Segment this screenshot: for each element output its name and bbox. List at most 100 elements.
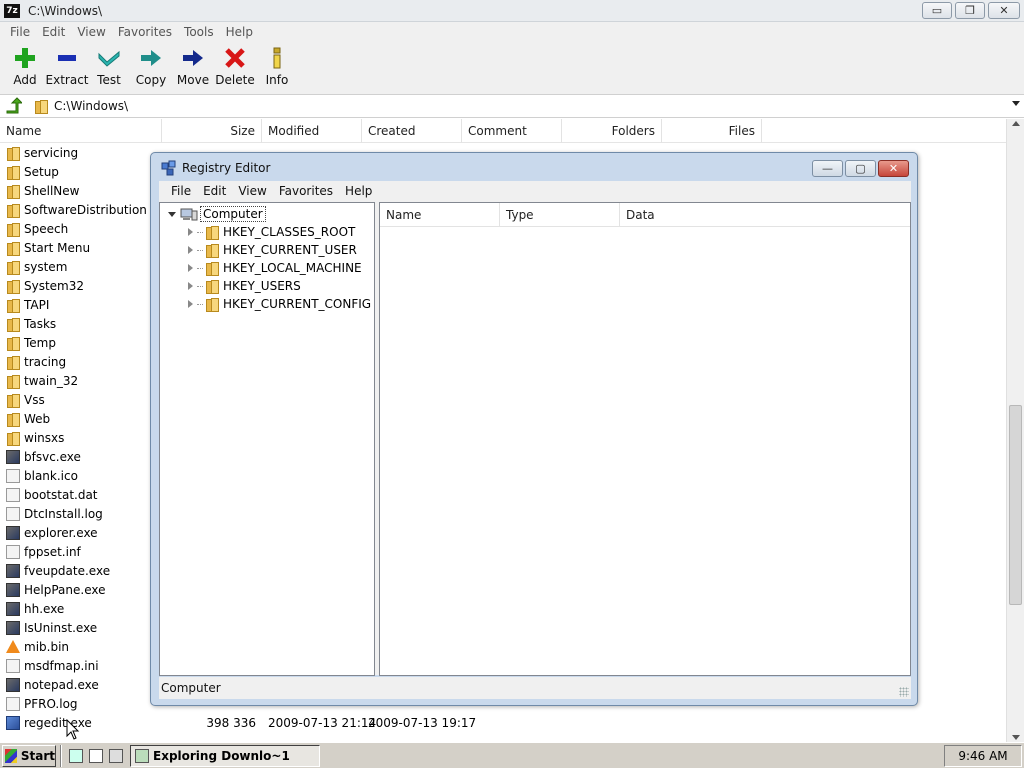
tree-node-computer[interactable]: Computer	[168, 205, 266, 223]
tree-label-hive[interactable]: HKEY_CURRENT_USER	[223, 243, 357, 257]
file-name: bfsvc.exe	[24, 450, 81, 464]
add-button[interactable]: Add	[4, 42, 46, 94]
scroll-thumb[interactable]	[1009, 405, 1022, 605]
tree-label-hive[interactable]: HKEY_LOCAL_MACHINE	[223, 261, 362, 275]
document-icon	[6, 488, 20, 502]
col-modified[interactable]: Modified	[262, 119, 362, 143]
registry-tree: Computer HKEY_CLASSES_ROOT HKEY_CURRENT_U…	[159, 202, 375, 676]
regedit-menu-edit[interactable]: Edit	[197, 184, 232, 198]
menu-view[interactable]: View	[71, 25, 111, 39]
dropdown-arrow-icon[interactable]	[1012, 101, 1020, 106]
address-input[interactable]: C:\Windows\	[54, 99, 128, 113]
quicklaunch-document-icon[interactable]	[86, 746, 106, 766]
delete-label: Delete	[215, 73, 255, 87]
taskbar-window-button[interactable]: Exploring Downlo~1	[130, 744, 320, 767]
collapse-arrow-icon[interactable]	[168, 211, 176, 217]
tree-label-computer[interactable]: Computer	[200, 206, 266, 222]
tree-label-hive[interactable]: HKEY_USERS	[223, 279, 301, 293]
test-button[interactable]: Test	[88, 42, 130, 94]
expand-arrow-icon[interactable]	[188, 300, 193, 308]
move-arrow-icon	[181, 46, 205, 70]
menu-favorites[interactable]: Favorites	[112, 25, 178, 39]
document-icon	[6, 659, 20, 673]
up-folder-button[interactable]	[0, 95, 26, 117]
regedit-menu-view[interactable]: View	[232, 184, 272, 198]
close-button[interactable]: ✕	[988, 2, 1020, 19]
col-comment[interactable]: Comment	[462, 119, 562, 143]
vertical-scrollbar[interactable]	[1006, 119, 1024, 742]
tree-node-hive[interactable]: HKEY_CURRENT_CONFIG	[188, 295, 371, 313]
regedit-minimize-button[interactable]: —	[812, 160, 843, 177]
taskbar: Start Exploring Downlo~1 9:46 AM	[0, 742, 1024, 768]
menu-edit[interactable]: Edit	[36, 25, 71, 39]
quicklaunch-printer-icon[interactable]	[106, 746, 126, 766]
scroll-up-icon[interactable]	[1012, 121, 1020, 126]
file-name: Vss	[24, 393, 45, 407]
tree-label-hive[interactable]: HKEY_CURRENT_CONFIG	[223, 297, 371, 311]
minimize-button[interactable]: ▭	[922, 2, 952, 19]
menu-tools[interactable]: Tools	[178, 25, 220, 39]
expand-arrow-icon[interactable]	[188, 246, 193, 254]
registry-values-list: Name Type Data	[379, 202, 911, 676]
title-bar[interactable]: 7z C:\Windows\ ▭ ❐ ✕	[0, 0, 1024, 22]
col-size[interactable]: Size	[162, 119, 262, 143]
expand-arrow-icon[interactable]	[188, 228, 193, 236]
folder-icon	[6, 355, 20, 370]
file-name: mib.bin	[24, 640, 70, 654]
values-column-header: Name Type Data	[380, 203, 910, 227]
regedit-menu-favorites[interactable]: Favorites	[273, 184, 339, 198]
regedit-menu-file[interactable]: File	[165, 184, 197, 198]
regedit-close-button[interactable]: ✕	[878, 160, 909, 177]
regedit-menu-help[interactable]: Help	[339, 184, 378, 198]
document-icon	[6, 507, 20, 521]
scroll-down-icon[interactable]	[1012, 735, 1020, 740]
regedit-body: Computer HKEY_CLASSES_ROOT HKEY_CURRENT_U…	[159, 201, 911, 676]
task-label: Exploring Downlo~1	[153, 748, 290, 763]
file-name: Speech	[24, 222, 69, 236]
values-col-name[interactable]: Name	[380, 203, 500, 227]
start-button[interactable]: Start	[2, 744, 56, 767]
col-created[interactable]: Created	[362, 119, 462, 143]
move-label: Move	[176, 73, 210, 87]
file-name: winsxs	[24, 431, 65, 445]
delete-button[interactable]: Delete	[214, 42, 256, 94]
col-folders[interactable]: Folders	[562, 119, 662, 143]
tree-node-hive[interactable]: HKEY_USERS	[188, 277, 301, 295]
menu-file[interactable]: File	[4, 25, 36, 39]
regedit-title-bar[interactable]: Registry Editor — ▢ ✕	[151, 153, 917, 183]
executable-icon	[6, 526, 20, 540]
executable-icon	[6, 450, 20, 464]
copy-button[interactable]: Copy	[130, 42, 172, 94]
windows-logo-icon	[5, 748, 17, 763]
resize-grip-icon[interactable]	[899, 687, 909, 697]
quicklaunch-explorer-icon[interactable]	[66, 746, 86, 766]
tree-node-hive[interactable]: HKEY_CURRENT_USER	[188, 241, 357, 259]
move-button[interactable]: Move	[172, 42, 214, 94]
col-files[interactable]: Files	[662, 119, 762, 143]
col-name[interactable]: Name	[0, 119, 162, 143]
file-row[interactable]: regedit.exe 398 336 2009-07-13 21:14 2009-0…	[0, 714, 1006, 733]
folder-icon	[6, 298, 20, 313]
folder-icon	[6, 260, 20, 275]
tree-label-hive[interactable]: HKEY_CLASSES_ROOT	[223, 225, 355, 239]
address-bar: C:\Windows\	[0, 94, 1024, 118]
regedit-title: Registry Editor	[182, 161, 271, 175]
values-col-data[interactable]: Data	[620, 203, 910, 227]
registry-editor-icon	[161, 160, 177, 176]
restore-button[interactable]: ❐	[955, 2, 985, 19]
system-clock[interactable]: 9:46 AM	[944, 745, 1022, 767]
expand-arrow-icon[interactable]	[188, 282, 193, 290]
values-col-type[interactable]: Type	[500, 203, 620, 227]
copy-label: Copy	[135, 73, 167, 87]
expand-arrow-icon[interactable]	[188, 264, 193, 272]
folder-icon	[6, 203, 20, 218]
info-button[interactable]: Info	[256, 42, 298, 94]
tree-node-hive[interactable]: HKEY_CLASSES_ROOT	[188, 223, 355, 241]
extract-button[interactable]: Extract	[46, 42, 89, 94]
7zip-logo-icon: 7z	[4, 3, 20, 18]
tree-node-hive[interactable]: HKEY_LOCAL_MACHINE	[188, 259, 362, 277]
regedit-restore-button[interactable]: ▢	[845, 160, 876, 177]
menu-help[interactable]: Help	[220, 25, 259, 39]
folder-icon	[205, 243, 219, 258]
toolbar: Add Extract Test Copy Move Delete Info	[0, 42, 1024, 94]
